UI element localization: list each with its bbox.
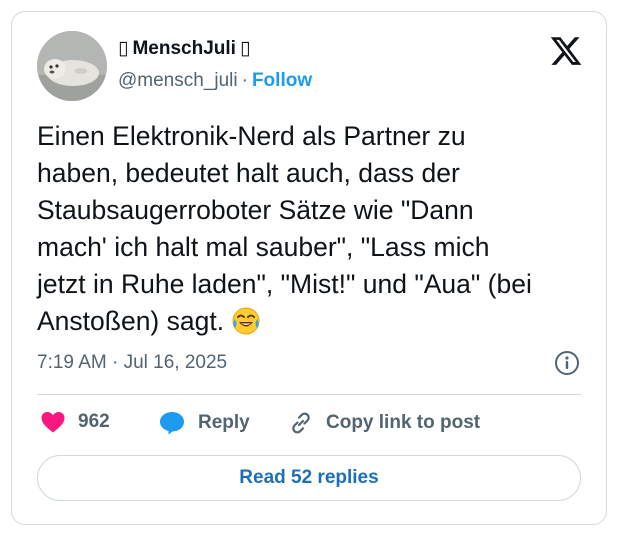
handle-row: @mensch_juli · Follow: [118, 70, 312, 92]
author-name[interactable]: ▯ MenschJuli ▯: [118, 37, 250, 60]
heart-icon: [40, 410, 66, 434]
name-suffix-glyph: ▯: [239, 38, 251, 59]
reply-label: Reply: [198, 412, 250, 433]
reply-button[interactable]: Reply: [158, 410, 250, 436]
like-button[interactable]: 962: [40, 410, 110, 434]
x-logo-icon[interactable]: [549, 34, 583, 68]
tweet-body: Einen Elektronik-Nerd als Partner zu hab…: [37, 121, 532, 336]
read-replies-label: Read 52 replies: [239, 467, 379, 488]
tweet-card: ▯ MenschJuli ▯ @mensch_juli · Follow Einen…: [11, 11, 607, 525]
likes-count: 962: [78, 411, 110, 432]
face-with-tears-of-joy-emoji: [231, 306, 261, 336]
seal-photo-avatar: [37, 31, 107, 101]
tweet-text: Einen Elektronik-Nerd als Partner zu hab…: [37, 118, 587, 340]
read-replies-button[interactable]: Read 52 replies: [37, 455, 581, 501]
avatar[interactable]: [37, 31, 107, 101]
separator-dot: ·: [241, 70, 248, 91]
info-icon[interactable]: [554, 350, 580, 376]
follow-button[interactable]: Follow: [252, 70, 312, 91]
copy-link-button[interactable]: Copy link to post: [288, 410, 480, 436]
author-handle[interactable]: @mensch_juli: [118, 70, 238, 91]
divider: [37, 394, 581, 395]
link-icon: [288, 410, 314, 436]
name-prefix-glyph: ▯: [118, 38, 129, 59]
tweet-timestamp[interactable]: 7:19 AM · Jul 16, 2025: [37, 352, 227, 374]
speech-bubble-icon: [158, 410, 186, 436]
copy-link-label: Copy link to post: [326, 412, 481, 433]
display-name: MenschJuli: [132, 37, 236, 59]
